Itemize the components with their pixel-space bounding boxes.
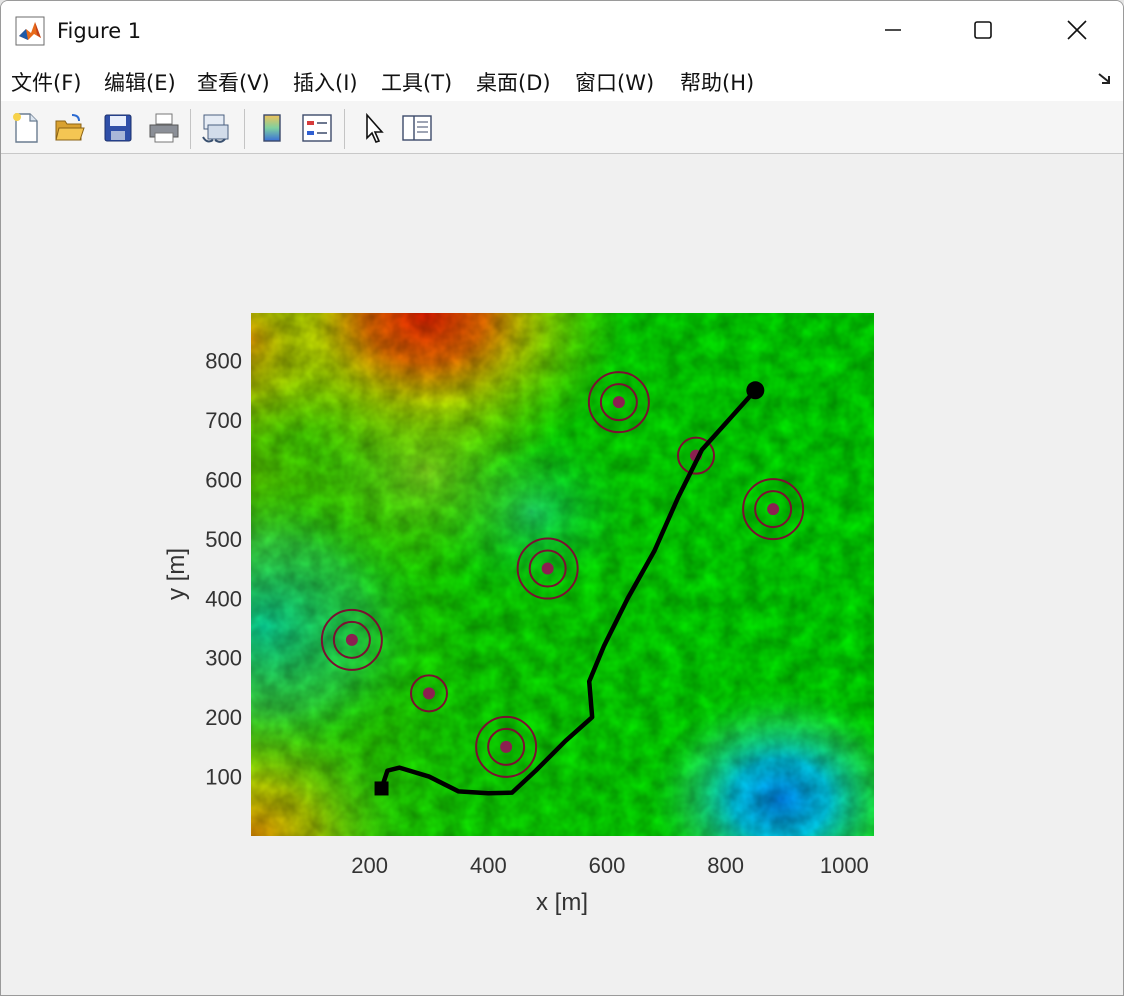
save-icon[interactable] (101, 111, 135, 145)
maximize-button[interactable] (937, 1, 1029, 59)
y-tick-label: 300 (205, 646, 242, 671)
x-axis-label: x [m] (536, 889, 588, 916)
menu-file[interactable]: 文件(F) (11, 67, 81, 97)
obstacle-center-point (423, 687, 435, 700)
y-tick-label: 400 (205, 586, 242, 611)
menu-insert[interactable]: 插入(I) (293, 67, 358, 97)
title-bar: Figure 1 (1, 1, 1123, 59)
start-marker (374, 781, 389, 796)
menu-desktop[interactable]: 桌面(D) (476, 67, 551, 97)
x-tick-label: 400 (470, 853, 507, 878)
new-figure-icon[interactable] (9, 111, 43, 145)
print-icon[interactable] (147, 111, 181, 145)
y-tick-label: 800 (205, 349, 242, 374)
menu-bar: 文件(F) 编辑(E) 查看(V) 插入(I) 工具(T) 桌面(D) 窗口(W… (1, 59, 1123, 101)
minimize-button[interactable] (847, 1, 939, 59)
matlab-logo-icon (15, 16, 45, 46)
x-tick-label: 800 (707, 853, 744, 878)
figure-canvas: 200 400 600 800 1000 100 200 300 400 500 600 700 800… (1, 154, 1123, 995)
y-tick-label: 500 (205, 527, 242, 552)
legend-icon[interactable] (300, 111, 334, 145)
maximize-icon (974, 21, 992, 39)
menu-edit[interactable]: 编辑(E) (104, 67, 176, 97)
terrain-image (251, 313, 874, 836)
x-tick-label: 200 (351, 853, 388, 878)
goal-marker (746, 381, 765, 400)
menu-tools[interactable]: 工具(T) (381, 67, 452, 97)
x-tick-label: 600 (589, 853, 626, 878)
y-tick-label: 100 (205, 765, 242, 790)
y-tick-label: 200 (205, 705, 242, 730)
plot-axes[interactable]: 200 400 600 800 1000 100 200 300 400 500 600 700 800… (1, 154, 1123, 995)
y-axis-label: y [m] (163, 548, 190, 600)
window-title: Figure 1 (57, 19, 142, 43)
edit-plot-arrow-icon[interactable] (357, 111, 391, 145)
obstacle-center-point (767, 503, 780, 516)
obstacle-center-point (612, 396, 625, 409)
toolbar (1, 101, 1123, 154)
toolbar-separator (244, 109, 245, 149)
toolbar-separator (344, 109, 345, 149)
figure-window: Figure 1 文件(F) 编辑(E) 查看(V) 插入(I) 工具(T) 桌… (0, 0, 1124, 996)
colorbar-icon[interactable] (255, 111, 289, 145)
menu-help[interactable]: 帮助(H) (680, 67, 754, 97)
obstacle-center-point (541, 562, 554, 575)
obstacle-center-point (500, 740, 513, 753)
toolbar-separator (190, 109, 191, 149)
close-icon (1067, 20, 1087, 40)
open-file-icon[interactable] (53, 111, 87, 145)
link-plot-icon[interactable] (199, 111, 233, 145)
x-tick-label: 1000 (820, 853, 869, 878)
close-button[interactable] (1031, 1, 1123, 59)
y-tick-label: 600 (205, 467, 242, 492)
menu-view[interactable]: 查看(V) (197, 67, 270, 97)
dock-arrow-icon[interactable] (1097, 71, 1113, 87)
property-inspector-icon[interactable] (400, 111, 434, 145)
minimize-icon (885, 29, 901, 31)
obstacle-center-point (345, 633, 358, 646)
y-tick-label: 700 (205, 408, 242, 433)
menu-window[interactable]: 窗口(W) (575, 67, 654, 97)
